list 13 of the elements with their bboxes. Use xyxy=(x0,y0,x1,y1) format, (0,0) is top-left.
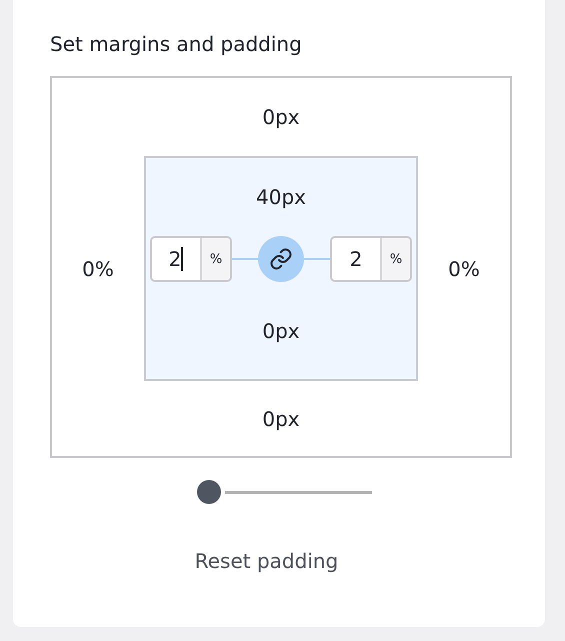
margin-bottom-value: 0px xyxy=(262,406,300,430)
padding-top-value: 40px xyxy=(256,185,306,209)
reset-button[interactable]: Reset padding xyxy=(188,548,344,574)
number-field[interactable]: 2 % xyxy=(330,236,412,282)
margin-top-value: 0px xyxy=(262,105,300,129)
link-button[interactable] xyxy=(258,236,304,282)
margin-right-value: 0% xyxy=(447,256,481,282)
number-field[interactable]: 2 % xyxy=(150,236,232,282)
section-title: Set margins and padding xyxy=(50,32,303,56)
margin-left-value: 0% xyxy=(81,256,115,282)
slider-thumb[interactable] xyxy=(197,480,221,504)
link-icon xyxy=(269,247,293,271)
padding-bottom-value: 0px xyxy=(262,318,300,342)
